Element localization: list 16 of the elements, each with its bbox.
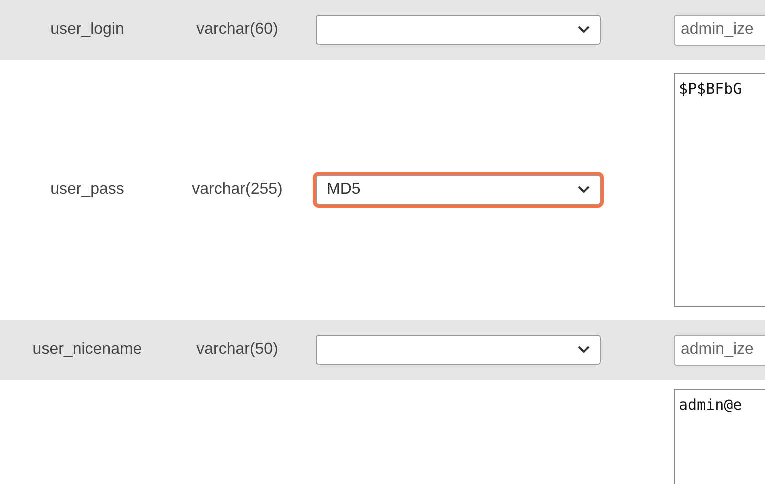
chevron-down-icon xyxy=(578,186,590,194)
value-textarea[interactable]: $P$BFbG xyxy=(674,73,765,307)
column-name: user_pass xyxy=(50,181,126,199)
value-textarea[interactable]: admin@e xyxy=(674,389,765,484)
function-dropdown[interactable] xyxy=(316,335,601,365)
column-type: varchar(255) xyxy=(191,181,284,199)
column-name: user_nicename xyxy=(32,341,144,359)
function-dropdown[interactable]: MD5 xyxy=(316,175,601,205)
chevron-down-icon xyxy=(578,346,590,354)
chevron-down-icon xyxy=(578,26,590,34)
function-dropdown[interactable] xyxy=(316,15,601,45)
value-field[interactable]: admin_ize xyxy=(674,334,765,366)
column-name: user_login xyxy=(50,21,126,39)
column-type: varchar(50) xyxy=(196,341,280,359)
column-type: varchar(60) xyxy=(196,21,280,39)
value-field[interactable]: admin_ize xyxy=(674,14,765,46)
